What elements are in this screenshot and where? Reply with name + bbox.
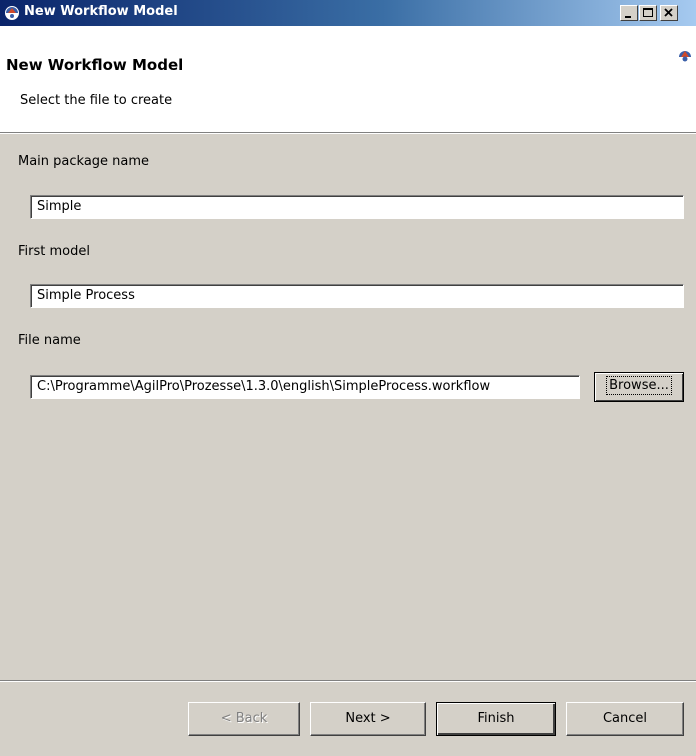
title-bar[interactable]: New Workflow Model	[0, 0, 696, 26]
next-button[interactable]: Next >	[310, 702, 426, 736]
browse-button[interactable]: Browse...	[594, 372, 684, 402]
maximize-icon	[643, 8, 653, 17]
minimize-button[interactable]	[620, 5, 638, 21]
first-model-input[interactable]: Simple Process	[30, 284, 684, 308]
new-workflow-model-dialog: New Workflow Model New Workflow Model Se…	[0, 0, 696, 756]
file-name-label: File name	[18, 333, 81, 348]
minimize-icon	[625, 16, 631, 18]
finish-button[interactable]: Finish	[436, 702, 556, 736]
app-logo-icon	[5, 6, 19, 20]
window-title: New Workflow Model	[24, 4, 178, 19]
first-model-label: First model	[18, 244, 90, 259]
page-description: Select the file to create	[20, 93, 173, 108]
close-icon	[664, 8, 673, 17]
file-name-input[interactable]: C:\Programme\AgilPro\Prozesse\1.3.0\engl…	[30, 375, 580, 399]
back-button[interactable]: < Back	[188, 702, 300, 736]
cancel-button[interactable]: Cancel	[566, 702, 684, 736]
app-logo-icon	[679, 51, 691, 62]
package-name-label: Main package name	[18, 154, 150, 169]
browse-button-label: Browse...	[606, 376, 672, 395]
header-divider	[0, 132, 696, 134]
maximize-button[interactable]	[639, 5, 657, 21]
page-title: New Workflow Model	[6, 56, 184, 74]
footer-divider	[0, 680, 696, 682]
close-button[interactable]	[660, 5, 678, 21]
wizard-header: New Workflow Model Select the file to cr…	[0, 26, 696, 132]
package-name-input[interactable]: Simple	[30, 195, 684, 219]
